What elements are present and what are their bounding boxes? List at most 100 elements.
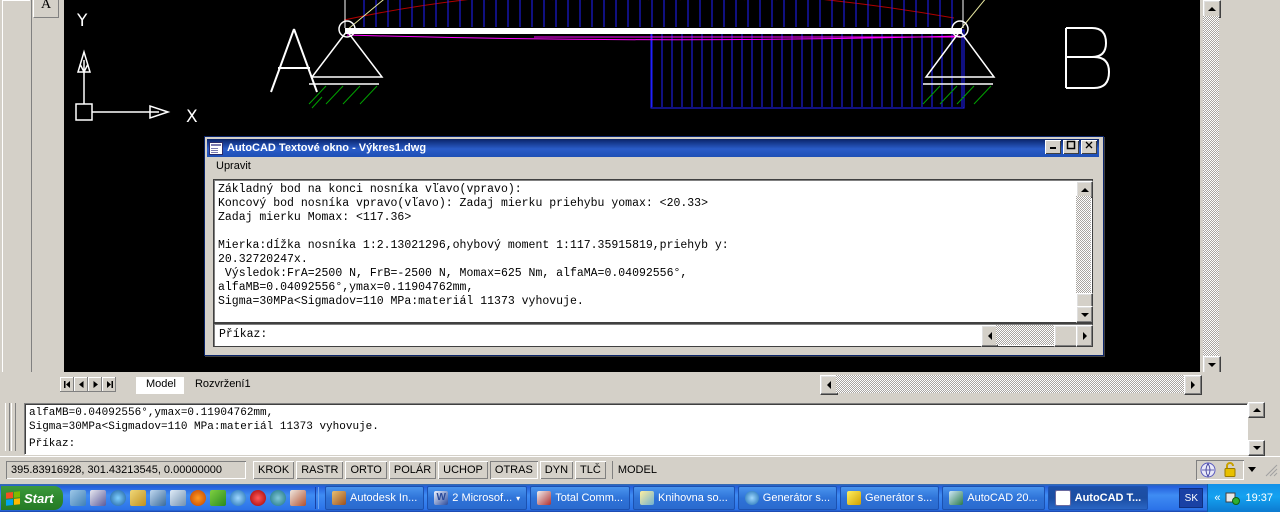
ucs-icon <box>75 49 171 121</box>
taskbar-clock[interactable]: 19:37 <box>1245 492 1273 504</box>
task-autocad-2006[interactable]: AutoCAD 20... <box>942 486 1045 510</box>
internet-icon[interactable] <box>150 490 166 506</box>
drawing-vertical-scrollbar[interactable] <box>1203 0 1221 374</box>
document-icon[interactable] <box>170 490 186 506</box>
toggle-polar[interactable]: POLÁR <box>388 461 437 479</box>
command-prompt[interactable]: Příkaz: <box>29 437 75 451</box>
firefox-icon[interactable] <box>190 490 206 506</box>
arrow-down-icon <box>1080 312 1089 317</box>
command-line-scrollbar[interactable] <box>1248 402 1265 456</box>
quick-launch-bar[interactable] <box>70 490 312 506</box>
language-indicator[interactable]: SK <box>1179 488 1204 508</box>
maximize-button[interactable] <box>1063 140 1079 154</box>
update-icon[interactable] <box>210 490 226 506</box>
arrow-up-icon <box>1208 7 1216 11</box>
show-desktop-icon[interactable] <box>70 490 86 506</box>
browser-icon[interactable] <box>270 490 286 506</box>
save-icon[interactable] <box>90 490 106 506</box>
scroll-track[interactable] <box>1203 16 1219 356</box>
hscroll-track[interactable] <box>836 375 1184 393</box>
toggle-orto[interactable]: ORTO <box>345 461 387 479</box>
task-autocad-text-window[interactable]: AutoCAD T... <box>1047 486 1149 510</box>
first-tab-button[interactable] <box>60 377 74 392</box>
toggle-krok[interactable]: KROK <box>253 461 295 479</box>
task-generator-1[interactable]: Generátor s... <box>737 486 838 510</box>
lock-icon[interactable] <box>1222 461 1238 479</box>
minimize-button[interactable] <box>1045 140 1061 154</box>
autocad-icon <box>949 491 964 505</box>
start-button[interactable]: Start <box>1 486 63 510</box>
console-vertical-scrollbar[interactable] <box>1076 181 1093 323</box>
network-icon[interactable] <box>1225 491 1241 505</box>
window-controls[interactable] <box>1045 140 1097 154</box>
communication-center-icon[interactable] <box>1199 461 1219 479</box>
resize-grip[interactable] <box>1264 462 1278 478</box>
text-window-console[interactable]: Základný bod na konci nosníka vľavo(vpra… <box>213 179 1093 323</box>
task-total-commander[interactable]: Total Comm... <box>530 486 631 510</box>
tab-navigation[interactable] <box>60 377 116 392</box>
toolbar-grip[interactable] <box>2 0 30 373</box>
close-button[interactable] <box>1081 140 1097 154</box>
status-tray[interactable] <box>1196 460 1244 480</box>
media-player-icon[interactable] <box>110 490 126 506</box>
tab-model[interactable]: Model <box>136 377 184 394</box>
tray-expand-button[interactable]: « <box>1214 492 1220 504</box>
text-tool-button[interactable]: A <box>33 0 59 18</box>
arrow-right-icon <box>1082 332 1087 340</box>
toggle-rastr[interactable]: RASTR <box>296 461 344 479</box>
drawing-horizontal-scrollbar[interactable] <box>820 375 1202 395</box>
layout-tabs[interactable]: Model Rozvržení1 <box>136 376 259 394</box>
cmd-hscroll-thumb[interactable] <box>1054 325 1078 347</box>
toggle-model[interactable]: MODEL <box>611 461 662 479</box>
left-toolbar[interactable]: A <box>0 0 59 373</box>
console-scroll-track[interactable] <box>1076 196 1091 306</box>
toggle-tlc[interactable]: TLČ <box>575 461 606 479</box>
toggle-dyn[interactable]: DYN <box>539 461 574 479</box>
desktop: A Y X Model Rozvržení1 alfaMB=0.04092556… <box>0 0 1280 512</box>
next-tab-button[interactable] <box>88 377 102 392</box>
text-window-cmd-scrollbar[interactable] <box>981 325 1093 347</box>
task-knihovna[interactable]: Knihovna so... <box>633 486 735 510</box>
command-history-line-1: alfaMB=0.04092556°,ymax=0.11904762mm, <box>29 407 274 419</box>
text-window-command-input[interactable]: Příkaz: <box>213 323 1093 347</box>
console-line-9: Sigma=30MPa<Sigmadov=110 MPa:materiál 11… <box>218 295 584 308</box>
autodesk-icon <box>332 491 346 505</box>
text-window[interactable]: AutoCAD Textové okno - Výkres1.dwg Uprav… <box>204 136 1104 356</box>
cmd-hscroll-track[interactable] <box>996 325 1054 345</box>
scissors-icon[interactable] <box>130 490 146 506</box>
task-microsoft-word-group[interactable]: W 2 Microsof... ▾ <box>427 486 528 510</box>
ie-icon[interactable] <box>230 490 246 506</box>
text-window-icon <box>1054 490 1071 506</box>
scroll-right-button[interactable] <box>1184 375 1202 395</box>
cmd-scroll-up-button[interactable] <box>1248 402 1265 418</box>
taskbar-buttons[interactable]: Autodesk In... W 2 Microsof... ▾ Total C… <box>325 486 1149 510</box>
cmd-scroll-down-button[interactable] <box>1248 440 1265 456</box>
prev-tab-icon <box>78 381 83 388</box>
prev-tab-button[interactable] <box>74 377 88 392</box>
console-scroll-down-button[interactable] <box>1076 306 1093 323</box>
text-window-titlebar[interactable]: AutoCAD Textové okno - Výkres1.dwg <box>207 139 1099 157</box>
tray-expand-chevron-icon[interactable] <box>1248 467 1256 472</box>
support-b-triangle <box>924 29 996 78</box>
coordinate-display[interactable]: 395.83916928, 301.43213545, 0.00000000 <box>6 461 246 479</box>
group-chevron-icon[interactable]: ▾ <box>516 494 520 503</box>
text-window-menubar[interactable]: Upravit <box>207 159 1099 175</box>
mail-icon[interactable] <box>290 490 306 506</box>
task-label: AutoCAD T... <box>1074 492 1142 504</box>
task-generator-2[interactable]: Generátor s... <box>840 486 940 510</box>
task-autodesk-inventor[interactable]: Autodesk In... <box>325 486 425 510</box>
command-line-grip[interactable] <box>2 403 18 451</box>
system-tray[interactable]: « 19:37 <box>1207 484 1280 512</box>
console-line-1: Základný bod na konci nosníka vľavo(vpra… <box>218 183 522 196</box>
toggle-otras[interactable]: OTRAS <box>489 461 538 479</box>
opera-icon[interactable] <box>250 490 266 506</box>
last-tab-button[interactable] <box>102 377 116 392</box>
command-line-box[interactable]: alfaMB=0.04092556°,ymax=0.11904762mm, Si… <box>24 403 1248 455</box>
status-toggles[interactable]: KROK RASTR ORTO POLÁR UCHOP OTRAS DYN TL… <box>253 461 662 479</box>
menu-item-upravit[interactable]: Upravit <box>216 160 251 172</box>
tab-rozvrzeni1[interactable]: Rozvržení1 <box>184 377 259 394</box>
beam-bar <box>345 28 962 34</box>
arrow-right-icon <box>1191 381 1195 389</box>
toggle-uchop[interactable]: UCHOP <box>438 461 488 479</box>
cmd-hscroll-right-button[interactable] <box>1076 325 1093 347</box>
